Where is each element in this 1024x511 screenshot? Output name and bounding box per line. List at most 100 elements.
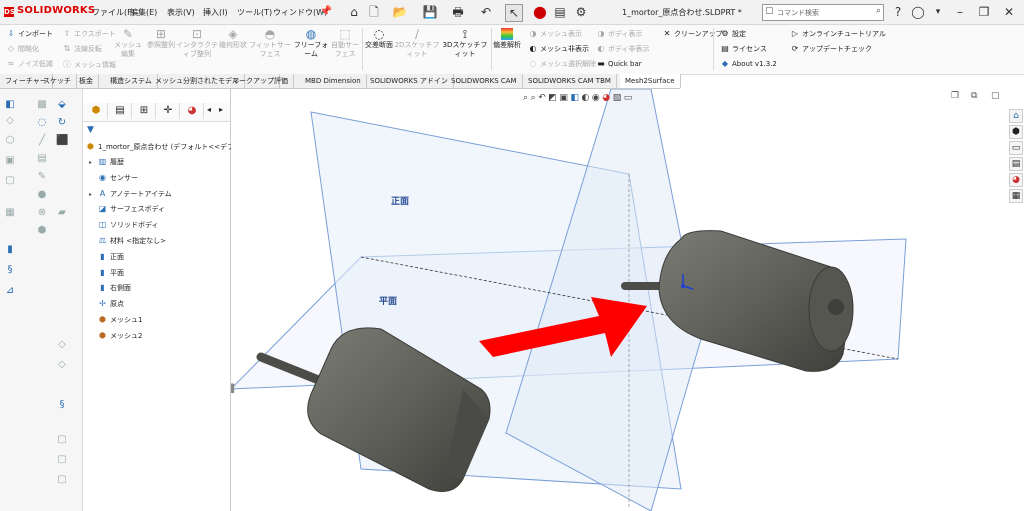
home-icon[interactable]: ⌂ xyxy=(346,4,362,20)
curve-icon[interactable]: § xyxy=(4,264,16,276)
show-mesh-button[interactable]: ◑ メッシュ表示 xyxy=(528,29,583,39)
tree-item[interactable]: ▮ 右側面 xyxy=(97,282,131,294)
tab-mesh2surface[interactable]: Mesh2Surface xyxy=(620,74,681,88)
graphics-area[interactable]: 正面 平面 ⌕ ⌕ ↶ ◩ ▣ ◧ ◐ ◉ ◕ ▧ ▭ ❐ ⧉ ▢ ⌂ ⬢ ▭ … xyxy=(231,89,1024,511)
gear-icon[interactable]: ⚙ xyxy=(573,4,589,20)
measure-icon[interactable]: ⊿ xyxy=(4,285,16,297)
show-body-button[interactable]: ◑ ボディ表示 xyxy=(596,29,643,39)
tree-item[interactable]: ⚖ 材料 <指定なし> xyxy=(97,235,166,247)
dimxpert-icon[interactable]: ✛ xyxy=(157,103,180,119)
tab-solidworks-cam-tbm[interactable]: SOLIDWORKS CAM TBM xyxy=(523,74,617,88)
top-plane-label[interactable]: 平面 xyxy=(379,296,397,307)
print-icon[interactable]: 🖶 xyxy=(450,4,466,20)
panel-collapse-icon[interactable]: ▐ xyxy=(228,384,234,393)
noise-reduction-button[interactable]: ≈ ノイズ低減 xyxy=(6,59,53,69)
view-palette-icon[interactable]: ▤ xyxy=(1009,157,1023,171)
tree-item[interactable]: ◪ サーフェスボディ xyxy=(97,203,165,215)
settings-button[interactable]: ⚙ 設定 xyxy=(720,29,746,39)
interactive-align-button[interactable]: ⊡ インタラクティブ整列 xyxy=(176,27,218,59)
tab-solidworks-addins[interactable]: SOLIDWORKS アドイン xyxy=(365,74,454,88)
cross-section-button[interactable]: ◌ 交差断面 xyxy=(364,27,394,50)
appearance-icon[interactable]: ◕ xyxy=(602,93,610,103)
expand-arrow-icon[interactable]: ▸ xyxy=(89,157,97,169)
viewport-scene[interactable]: 正面 平面 xyxy=(231,89,1024,511)
cube-icon[interactable]: ⬢ xyxy=(36,225,48,237)
freeform-button[interactable]: ◍ フリーフォーム xyxy=(292,27,330,59)
flip-normals-button[interactable]: ⇅ 法線反転 xyxy=(62,44,102,54)
menu-insert[interactable]: 挿入(I) xyxy=(203,7,228,18)
display-style-icon[interactable]: ◐ xyxy=(581,93,589,103)
menu-edit[interactable]: 編集(E) xyxy=(130,7,157,18)
license-button[interactable]: ▤ ライセンス xyxy=(720,44,767,54)
tab-right-arrow-icon[interactable]: ▸ xyxy=(219,105,223,114)
extra-5-icon[interactable]: ▢ xyxy=(56,474,68,486)
boss-icon[interactable]: ▣ xyxy=(4,155,16,167)
restore-icon[interactable]: ❐ xyxy=(976,4,992,20)
color-map-icon[interactable]: ▤ xyxy=(36,153,48,165)
select-icon[interactable]: ⬛ xyxy=(56,135,68,147)
tree-item[interactable]: ✢ 原点 xyxy=(97,298,124,310)
feature-manager-icon[interactable]: ⬢ xyxy=(85,103,108,119)
tab-sheet-metal[interactable]: 板金 xyxy=(74,74,99,88)
extra-2-icon[interactable]: ◇ xyxy=(56,359,68,371)
expand-arrow-icon[interactable]: ▸ xyxy=(89,189,97,201)
simplify-button[interactable]: ◇ 間略化 xyxy=(6,44,39,54)
fit-surface-button[interactable]: ◓ フィットサーフェス xyxy=(248,27,292,59)
online-tutorial-button[interactable]: ▷ オンラインチュートリアル xyxy=(790,29,886,39)
deselect-mesh-button[interactable]: ◌ メッシュ選択解除 xyxy=(528,59,597,69)
tab-solidworks-cam[interactable]: SOLIDWORKS CAM xyxy=(446,74,523,88)
select-cursor-icon[interactable]: ↖ xyxy=(505,4,523,22)
mesh-edit-button[interactable]: ✎ メッシュ編集 xyxy=(112,27,144,59)
2d-sketch-fit-button[interactable]: ∕ 2Dスケッチフィット xyxy=(394,27,440,59)
hide-mesh-button[interactable]: ◐ メッシュ非表示 xyxy=(528,44,590,54)
new-document-icon[interactable]: 🗋 xyxy=(366,4,382,20)
tree-item[interactable]: ◫ ソリッドボディ xyxy=(97,219,159,231)
tree-root[interactable]: ⬢ 1_mortor_原点合わせ (デフォルト<<デフォルト xyxy=(85,141,255,153)
configuration-manager-icon[interactable]: ⊞ xyxy=(133,103,156,119)
search-icon[interactable]: ⌕ xyxy=(876,6,881,16)
appearances-icon[interactable]: ◕ xyxy=(1009,173,1023,187)
extra-3-icon[interactable]: ▢ xyxy=(56,434,68,446)
close-loop-icon[interactable]: ⊗ xyxy=(36,207,48,219)
help-icon[interactable]: ? xyxy=(890,4,906,20)
solidworks-resources-icon[interactable]: ⌂ xyxy=(1009,109,1023,123)
tree-item[interactable]: ▸ A アノテートアイテム xyxy=(89,188,172,200)
menu-view[interactable]: 表示(V) xyxy=(167,7,195,18)
tree-item[interactable]: ▸ ▥ 履歴 xyxy=(89,156,124,168)
previous-view-icon[interactable]: ↶ xyxy=(538,93,546,103)
extra-1-icon[interactable]: ◇ xyxy=(56,339,68,351)
tab-evaluate[interactable]: 評価 xyxy=(269,74,294,88)
extra-4-icon[interactable]: ▢ xyxy=(56,454,68,466)
zoom-area-icon[interactable]: ⌕ xyxy=(531,93,536,103)
save-icon[interactable]: 💾 xyxy=(422,4,438,20)
dynamic-annotation-icon[interactable]: ▣ xyxy=(559,93,568,103)
traffic-light-icon[interactable]: ⬤ xyxy=(532,4,548,20)
hide-show-icon[interactable]: ◉ xyxy=(592,93,600,103)
import-button[interactable]: ⇩ インポート xyxy=(6,29,53,39)
view-cube-icon[interactable]: ◧ xyxy=(4,99,16,111)
open-folder-icon[interactable]: 📂 xyxy=(392,4,408,20)
surface-icon[interactable]: ▰ xyxy=(56,207,68,219)
tree-item[interactable]: ▮ 正面 xyxy=(97,251,124,263)
about-button[interactable]: ◆ About v1.3.2 xyxy=(720,59,777,68)
plane-tool-icon[interactable]: ▮ xyxy=(4,244,16,256)
tree-item[interactable]: ⬢ メッシュ1 xyxy=(97,314,142,326)
filter-icon[interactable]: ▼ xyxy=(87,125,94,135)
tree-item[interactable]: ▮ 平面 xyxy=(97,267,124,279)
brush-icon[interactable]: ✎ xyxy=(36,171,48,183)
paint-icon[interactable]: ⬙ xyxy=(56,99,68,111)
file-properties-icon[interactable]: ▤ xyxy=(552,4,568,20)
window-restore-icon[interactable]: ❐ xyxy=(951,91,959,101)
undo-icon[interactable]: ↶ xyxy=(478,4,494,20)
menu-tools[interactable]: ツール(T) xyxy=(237,7,272,18)
shape-icon[interactable]: ◇ xyxy=(4,115,16,127)
tree-item[interactable]: ◉ センサー xyxy=(97,172,138,184)
update-check-button[interactable]: ⟳ アップデートチェック xyxy=(790,44,872,54)
design-library-icon[interactable]: ⬢ xyxy=(1009,125,1023,139)
tab-mbd-dimension[interactable]: MBD Dimension xyxy=(300,74,367,88)
view-orientation-icon[interactable]: ◧ xyxy=(570,93,579,103)
curve-2-icon[interactable]: § xyxy=(56,399,68,411)
dot-icon[interactable]: ● xyxy=(36,189,48,201)
hide-body-button[interactable]: ◐ ボディ非表示 xyxy=(596,44,650,54)
box-icon[interactable]: ⬡ xyxy=(4,135,16,147)
